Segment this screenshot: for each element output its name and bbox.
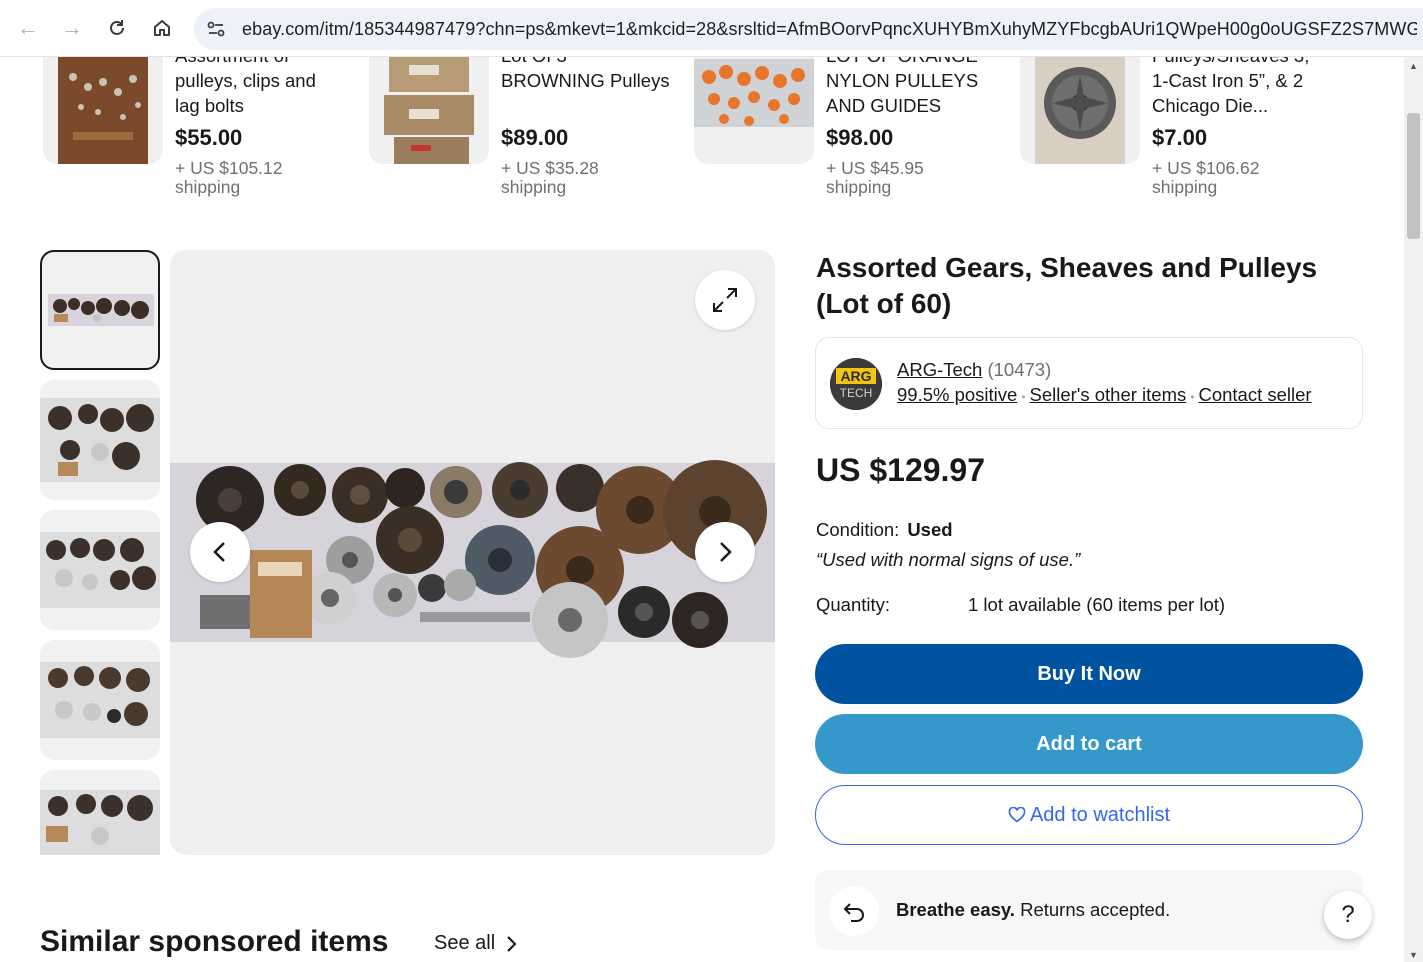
see-all-label: See all [434, 932, 496, 954]
carousel-item-shipping: + US $105.12 shipping [175, 158, 283, 197]
carousel-item[interactable]: Pulleys/Sheaves 3; 1-Cast Iron 5”, & 2 C… [1020, 57, 1320, 207]
next-image-button[interactable] [695, 522, 755, 582]
fullscreen-button[interactable] [695, 270, 755, 330]
chevron-right-icon [720, 542, 732, 562]
carousel-item-price: $98.00 [826, 125, 894, 150]
chevron-right-icon [507, 935, 517, 952]
scrollbar-thumb[interactable] [1407, 113, 1420, 239]
carousel-item-shipping: + US $35.28 shipping [501, 158, 599, 197]
svg-text:TECH: TECH [840, 386, 873, 400]
seller-card: ARG TECH ARG-Tech (10473) 99.5% positive… [815, 337, 1363, 429]
expand-icon [713, 288, 737, 312]
carousel-item[interactable]: Lot Of 3 BROWNING Pulleys $89.00 + US $3… [369, 57, 671, 207]
buy-it-now-button[interactable]: Buy It Now [815, 644, 1363, 704]
add-to-cart-button[interactable]: Add to cart [815, 714, 1363, 774]
add-to-watchlist-label: Add to watchlist [1029, 803, 1171, 826]
condition-label: Condition: [816, 519, 900, 540]
separator-dot: • [1021, 390, 1026, 404]
carousel-item-price: $7.00 [1152, 125, 1208, 150]
carousel-item-price: $89.00 [501, 125, 569, 150]
forward-icon[interactable]: → [54, 10, 90, 46]
carousel-item[interactable]: Assortment of pulleys, clips and lag bol… [43, 57, 343, 207]
carousel-item-title[interactable]: Lot Of 3 BROWNING Pulleys [501, 57, 671, 93]
scroll-down-icon[interactable]: ▼ [1409, 950, 1418, 960]
add-to-watchlist-button[interactable]: Add to watchlist [815, 785, 1363, 845]
url-text[interactable]: ebay.com/itm/185344987479?chn=ps&mkevt=1… [242, 19, 1417, 40]
help-button[interactable]: ? [1324, 891, 1372, 939]
previous-image-button[interactable] [190, 522, 250, 582]
back-icon[interactable]: ← [10, 10, 46, 46]
carousel-item[interactable]: LOT OF ORANGE NYLON PULLEYS AND GUIDES $… [694, 57, 994, 207]
svg-text:ARG: ARG [840, 368, 871, 384]
carousel-item-shipping: + US $106.62 shipping [1152, 158, 1260, 197]
seller-name-link[interactable]: ARG-Tech [897, 359, 982, 380]
quantity-value: 1 lot available (60 items per lot) [968, 594, 1226, 615]
returns-banner: Breathe easy. Returns accepted. [815, 870, 1363, 950]
return-arrow-icon [829, 886, 879, 936]
browser-toolbar: ← → ebay.com/itm/185344987479?chn=ps&mke… [0, 0, 1423, 57]
carousel-item-image[interactable] [43, 57, 163, 164]
carousel-item-image[interactable] [1020, 57, 1140, 164]
carousel-item-image[interactable] [369, 57, 489, 164]
home-icon[interactable] [144, 10, 180, 46]
listing-price: US $129.97 [816, 452, 986, 488]
carousel-item-price: $55.00 [175, 125, 243, 150]
contact-seller-link[interactable]: Contact seller [1198, 384, 1311, 405]
separator-dot: • [1190, 390, 1195, 404]
seller-avatar[interactable]: ARG TECH [830, 358, 882, 410]
gallery-thumbnail[interactable] [40, 510, 160, 630]
page-scrollbar[interactable]: ▲ ▼ [1404, 57, 1423, 962]
gallery-thumbnail[interactable] [40, 770, 160, 855]
similar-sponsored-heading: Similar sponsored items [40, 925, 389, 958]
heart-icon [1008, 807, 1026, 823]
carousel-item-title[interactable]: Pulleys/Sheaves 3; 1-Cast Iron 5”, & 2 C… [1152, 57, 1322, 118]
reload-icon[interactable] [99, 10, 135, 46]
address-bar[interactable]: ebay.com/itm/185344987479?chn=ps&mkevt=1… [194, 8, 1423, 50]
carousel-item-title[interactable]: Assortment of pulleys, clips and lag bol… [175, 57, 345, 118]
seller-other-items-link[interactable]: Seller's other items [1030, 384, 1187, 405]
gallery-thumbnail[interactable] [40, 380, 160, 500]
gallery-thumbnail[interactable] [40, 250, 160, 370]
scroll-up-icon[interactable]: ▲ [1409, 61, 1418, 71]
listing-title: Assorted Gears, Sheaves and Pulleys (Lot… [816, 252, 1318, 319]
carousel-item-image[interactable] [694, 57, 814, 164]
condition-description: “Used with normal signs of use.” [816, 549, 1081, 570]
seller-feedback-count: (10473) [987, 359, 1052, 380]
seller-feedback-link[interactable]: 99.5% positive [897, 384, 1017, 405]
see-all-link[interactable]: See all [434, 932, 517, 955]
returns-text: Returns accepted. [1014, 899, 1171, 920]
gallery-thumbnail[interactable] [40, 640, 160, 760]
main-product-image[interactable] [170, 250, 775, 855]
returns-headline: Breathe easy. [896, 899, 1015, 920]
condition-value: Used [907, 519, 953, 540]
carousel-item-shipping: + US $45.95 shipping [826, 158, 924, 197]
related-items-carousel: Assortment of pulleys, clips and lag bol… [0, 57, 1404, 207]
carousel-item-title[interactable]: LOT OF ORANGE NYLON PULLEYS AND GUIDES [826, 57, 996, 118]
chevron-left-icon [213, 542, 225, 562]
site-settings-icon[interactable] [204, 17, 228, 41]
quantity-label: Quantity: [816, 594, 891, 615]
